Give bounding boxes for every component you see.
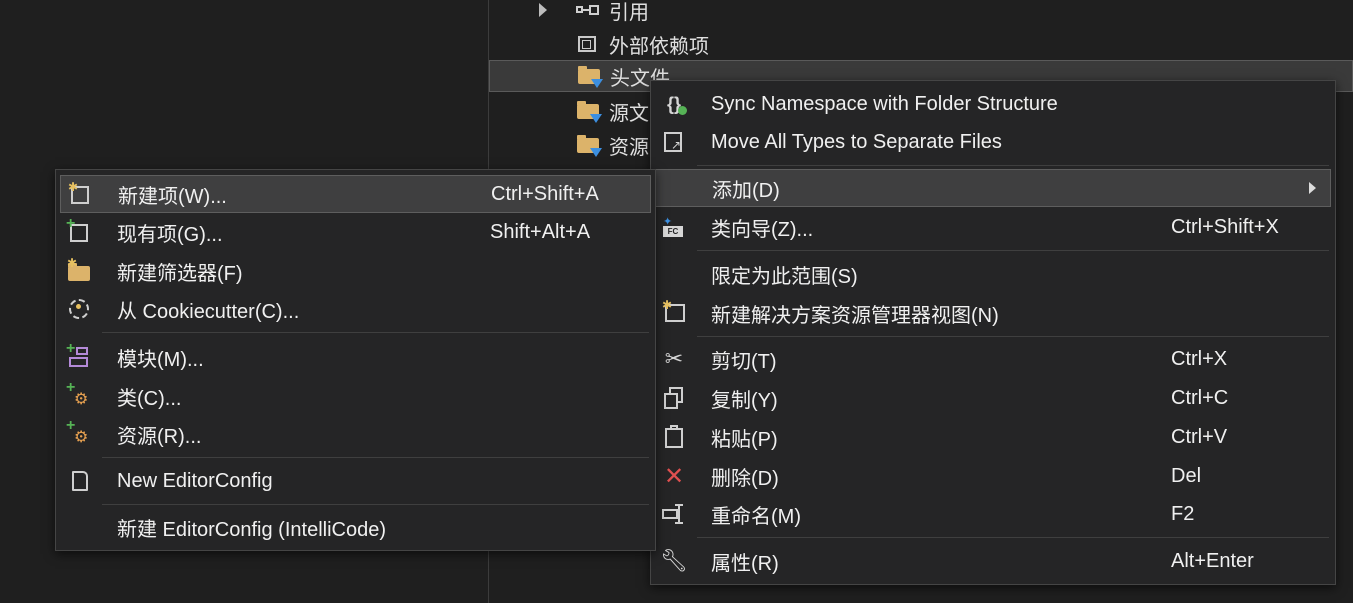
menu-item-shortcut: Shift+Alt+A — [490, 220, 591, 243]
submenu-item-resource[interactable]: + ⚙ 资源(R)... — [56, 415, 655, 453]
filter-folder-icon — [575, 101, 602, 123]
menu-item-add[interactable]: 添加(D) — [655, 169, 1331, 207]
menu-item-label: 模块(M)... — [117, 348, 204, 371]
menu-item-label: 新建 EditorConfig (IntelliCode) — [117, 518, 386, 541]
menu-separator — [102, 457, 649, 458]
tree-item-label: 资源 — [609, 136, 649, 159]
new-item-icon: ✱ — [65, 179, 95, 209]
external-deps-icon — [575, 34, 601, 54]
new-view-icon: ✱ — [659, 298, 689, 328]
menu-item-label: 剪切(T) — [711, 350, 777, 373]
menu-item-sync-namespace[interactable]: {} Sync Namespace with Folder Structure — [651, 85, 1335, 123]
menu-item-label: 添加(D) — [712, 179, 780, 202]
copy-icon — [659, 383, 689, 413]
submenu-item-class[interactable]: + ⚙ 类(C)... — [56, 377, 655, 415]
tree-item-external-deps[interactable]: 外部依赖项 — [575, 28, 709, 60]
menu-item-rename[interactable]: 重命名(M) F2 — [651, 495, 1335, 533]
menu-item-label: 从 Cookiecutter(C)... — [117, 300, 300, 323]
menu-item-shortcut: Ctrl+X — [1171, 347, 1228, 370]
menu-item-label: 类(C)... — [117, 387, 182, 410]
menu-item-shortcut: Ctrl+C — [1171, 386, 1229, 409]
menu-separator — [102, 332, 649, 333]
menu-item-label: 粘贴(P) — [711, 428, 778, 451]
menu-separator — [697, 537, 1329, 538]
menu-item-delete[interactable]: ✕ 删除(D) Del — [651, 457, 1335, 495]
menu-separator — [697, 165, 1329, 166]
menu-item-label: New EditorConfig — [117, 469, 273, 492]
menu-separator — [697, 250, 1329, 251]
menu-item-copy[interactable]: 复制(Y) Ctrl+C — [651, 379, 1335, 417]
rename-icon — [659, 499, 689, 529]
menu-item-class-wizard[interactable]: ✦ FC 类向导(Z)... Ctrl+Shift+X — [651, 208, 1335, 246]
tree-item-label: 引用 — [609, 1, 649, 24]
submenu-item-existing-item[interactable]: + 现有项(G)... Shift+Alt+A — [56, 213, 655, 251]
menu-item-label: 新建筛选器(F) — [117, 262, 243, 285]
wrench-icon: 🔧︎ — [660, 548, 688, 573]
submenu-item-cookiecutter[interactable]: 从 Cookiecutter(C)... — [56, 290, 655, 328]
submenu-item-new-filter[interactable]: ✱ 新建筛选器(F) — [56, 252, 655, 290]
add-submenu: ✱ 新建项(W)... Ctrl+Shift+A + 现有项(G)... Shi… — [55, 169, 656, 551]
class-icon: + ⚙ — [66, 379, 89, 408]
menu-item-new-explorer-view[interactable]: ✱ 新建解决方案资源管理器视图(N) — [651, 294, 1335, 332]
menu-item-shortcut: F2 — [1171, 502, 1195, 525]
delete-icon: ✕ — [663, 462, 685, 490]
menu-item-label: Sync Namespace with Folder Structure — [711, 92, 1058, 115]
menu-item-label: 类向导(Z)... — [711, 218, 814, 241]
cookiecutter-icon — [64, 294, 94, 324]
move-types-icon: ↗ — [659, 127, 689, 157]
new-filter-icon: ✱ — [64, 256, 94, 286]
tree-item-source-files[interactable]: 源文 — [575, 95, 649, 127]
menu-item-shortcut: Del — [1171, 464, 1202, 487]
tree-item-resource-files[interactable]: 资源 — [575, 129, 649, 161]
menu-item-shortcut: Ctrl+V — [1171, 425, 1228, 448]
menu-separator — [697, 336, 1329, 337]
menu-item-scope-to-this[interactable]: 限定为此范围(S) — [651, 255, 1335, 293]
tree-item-label: 外部依赖项 — [609, 35, 709, 58]
expand-arrow-icon[interactable] — [539, 3, 547, 17]
menu-item-label: 新建解决方案资源管理器视图(N) — [711, 304, 999, 327]
submenu-arrow-icon — [1309, 182, 1316, 194]
menu-item-label: 属性(R) — [711, 552, 779, 575]
tree-item-references[interactable]: 引用 — [539, 0, 649, 26]
cut-icon: ✂ — [664, 346, 684, 371]
context-menu: {} Sync Namespace with Folder Structure … — [650, 80, 1336, 585]
filter-folder-icon — [575, 135, 602, 157]
module-icon: + — [64, 340, 94, 372]
tree-item-label: 源文 — [609, 102, 649, 125]
class-wizard-icon: ✦ FC — [659, 212, 689, 242]
namespace-sync-icon: {} — [659, 89, 689, 119]
menu-item-shortcut: Ctrl+Shift+X — [1171, 215, 1279, 238]
menu-item-label: 现有项(G)... — [117, 223, 223, 246]
references-icon — [575, 0, 601, 20]
menu-item-label: 限定为此范围(S) — [711, 265, 858, 288]
menu-item-paste[interactable]: 粘贴(P) Ctrl+V — [651, 418, 1335, 456]
existing-item-icon: + — [64, 215, 94, 247]
menu-item-label: 新建项(W)... — [118, 185, 227, 208]
resource-icon: + ⚙ — [66, 417, 89, 446]
menu-item-label: 资源(R)... — [117, 425, 202, 448]
menu-item-label: 复制(Y) — [711, 389, 778, 412]
menu-separator — [102, 504, 649, 505]
menu-item-move-types[interactable]: ↗ Move All Types to Separate Files — [651, 123, 1335, 161]
menu-item-shortcut: Alt+Enter — [1171, 549, 1254, 572]
menu-item-label: 重命名(M) — [711, 505, 801, 528]
paste-icon — [659, 422, 689, 452]
menu-item-label: 删除(D) — [711, 467, 779, 490]
filter-folder-icon — [576, 66, 603, 88]
menu-item-shortcut: Ctrl+Shift+A — [491, 182, 599, 205]
submenu-item-new-editorconfig-intellicode[interactable]: 新建 EditorConfig (IntelliCode) — [56, 508, 655, 546]
menu-item-label: Move All Types to Separate Files — [711, 130, 1002, 153]
file-icon — [64, 466, 94, 496]
menu-item-properties[interactable]: 🔧︎ 属性(R) Alt+Enter — [651, 542, 1335, 580]
submenu-item-new-item[interactable]: ✱ 新建项(W)... Ctrl+Shift+A — [60, 175, 651, 213]
submenu-item-module[interactable]: + 模块(M)... — [56, 338, 655, 376]
submenu-item-new-editorconfig[interactable]: New EditorConfig — [56, 462, 655, 500]
menu-item-cut[interactable]: ✂ 剪切(T) Ctrl+X — [651, 340, 1335, 378]
